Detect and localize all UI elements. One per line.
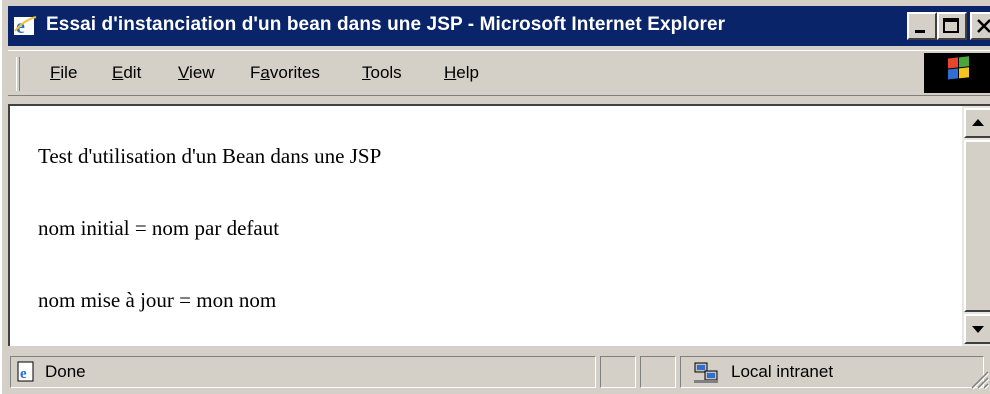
toolbar-grip[interactable] bbox=[16, 57, 20, 91]
menu-tools[interactable]: Tools bbox=[362, 63, 402, 83]
window-title: Essai d'instanciation d'un bean dans une… bbox=[46, 14, 726, 35]
minimize-button[interactable] bbox=[907, 12, 937, 40]
menu-bar: File Edit View Favorites Tools Help bbox=[8, 50, 990, 96]
resize-grip-icon[interactable] bbox=[968, 368, 990, 390]
close-icon bbox=[977, 19, 990, 33]
status-bar: e Done Local intranet bbox=[8, 350, 990, 394]
menu-tools-label: ools bbox=[370, 63, 402, 82]
menu-edit-accel: E bbox=[112, 63, 124, 82]
menu-help-label: elp bbox=[456, 63, 479, 82]
menu-help-accel: H bbox=[444, 63, 457, 82]
menu-view-label: iew bbox=[189, 63, 215, 82]
scroll-down-button[interactable] bbox=[964, 314, 990, 344]
menu-file-label: ile bbox=[60, 63, 78, 82]
arrow-down-icon bbox=[972, 326, 984, 333]
local-intranet-icon bbox=[694, 362, 718, 383]
maximize-icon bbox=[943, 18, 959, 33]
vertical-scrollbar[interactable] bbox=[962, 104, 990, 346]
menu-tools-accel: T bbox=[362, 63, 371, 82]
close-button[interactable] bbox=[970, 12, 990, 40]
arrow-up-icon bbox=[972, 119, 984, 126]
scroll-thumb[interactable] bbox=[964, 140, 990, 312]
scroll-up-button[interactable] bbox=[964, 108, 990, 138]
menu-view[interactable]: View bbox=[178, 63, 215, 83]
initial-name-line: nom initial = nom par defaut bbox=[38, 216, 280, 240]
menu-favorites-accel: a bbox=[260, 63, 270, 82]
page-heading-line: Test d'utilisation d'un Bean dans une JS… bbox=[38, 144, 382, 168]
menu-file-accel: F bbox=[50, 63, 61, 82]
minimize-icon bbox=[915, 30, 925, 33]
maximize-button[interactable] bbox=[937, 12, 967, 40]
zone-label: Local intranet bbox=[731, 362, 834, 381]
menu-help[interactable]: Help bbox=[444, 63, 479, 83]
menu-file[interactable]: File bbox=[50, 63, 77, 83]
status-pane-2 bbox=[600, 356, 636, 388]
svg-text:e: e bbox=[20, 366, 27, 382]
windows-flag-icon bbox=[948, 56, 969, 80]
updated-name-line: nom mise à jour = mon nom bbox=[38, 288, 277, 312]
menu-favorites-pre: F bbox=[250, 63, 261, 82]
page-content: Test d'utilisation d'un Bean dans une JS… bbox=[8, 104, 962, 346]
status-main-pane: e Done bbox=[10, 356, 596, 388]
status-zone-pane[interactable]: Local intranet bbox=[680, 356, 984, 388]
status-pane-3 bbox=[640, 356, 676, 388]
menu-favorites[interactable]: Favorites bbox=[250, 63, 320, 83]
windows-logo bbox=[924, 53, 990, 93]
title-bar[interactable]: e Essai d'instanciation d'un bean dans u… bbox=[8, 6, 990, 46]
browser-window: e Essai d'instanciation d'un bean dans u… bbox=[0, 0, 990, 394]
menu-favorites-label: vorites bbox=[269, 63, 320, 82]
status-text: Done bbox=[45, 362, 86, 381]
menu-view-accel: V bbox=[178, 63, 190, 82]
ie-page-icon: e bbox=[17, 361, 34, 382]
menu-edit[interactable]: Edit bbox=[112, 63, 141, 83]
ie-logo-icon: e bbox=[12, 14, 38, 38]
menu-edit-label: dit bbox=[123, 63, 142, 82]
